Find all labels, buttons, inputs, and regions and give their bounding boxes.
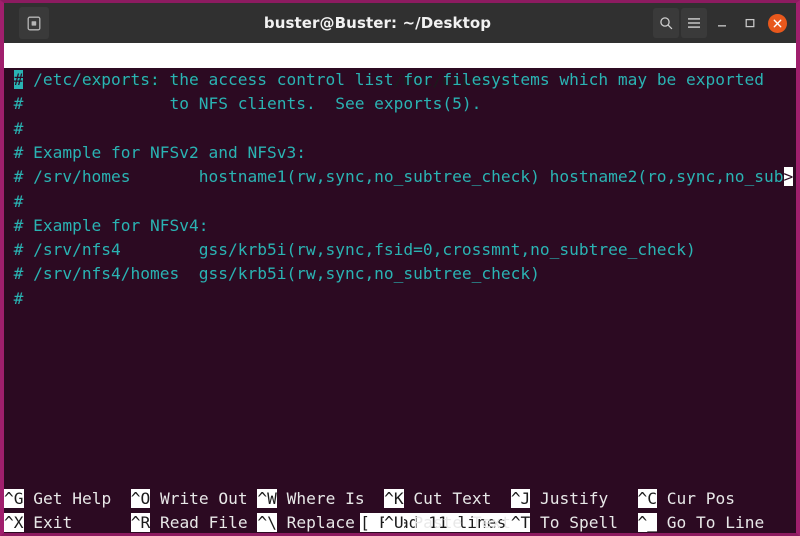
buffer-line-text: /etc/exports: the access control list fo… <box>23 70 765 89</box>
buffer-line[interactable]: # Example for NFSv2 and NFSv3: <box>4 141 796 165</box>
shortcut-label: To Spell <box>530 513 638 533</box>
buffer-line-text: # <box>13 288 24 308</box>
hamburger-menu-icon[interactable] <box>681 8 707 38</box>
shortcut-key: ^R <box>130 513 151 533</box>
buffer-line-text: # Example for NFSv2 and NFSv3: <box>13 142 306 162</box>
shortcut-key: ^U <box>384 513 404 533</box>
nano-shortcut-bar: ^G Get Help ^O Write Out ^W Where Is ^K … <box>4 487 796 533</box>
shortcut-label: Exit <box>23 513 131 533</box>
shortcut-key: ^J <box>510 489 531 508</box>
shortcut-label: Cur Pos <box>657 489 765 508</box>
shortcut-item[interactable]: ^T To Spell <box>510 511 638 533</box>
buffer-line[interactable]: # /srv/nfs4/homes gss/krb5i(rw,sync,no_s… <box>4 262 796 286</box>
shortcut-key: ^K <box>384 489 404 508</box>
text-cursor: # <box>13 70 24 89</box>
line-continuation-marker: > <box>783 167 794 187</box>
shortcut-key: ^\ <box>257 513 277 533</box>
buffer-line[interactable]: # /srv/nfs4 gss/krb5i(rw,sync,fsid=0,cro… <box>4 238 796 262</box>
terminal-screen[interactable]: GNU nano 4.8 /etc/exports # /etc/exports… <box>4 43 796 533</box>
terminal-window: buster@Buster: ~/Desktop GNU nano 4.8 /e… <box>0 0 800 536</box>
shortcut-label: Justify <box>530 489 638 508</box>
shortcut-item[interactable]: ^W Where Is <box>257 487 384 511</box>
close-icon[interactable] <box>768 13 787 33</box>
shortcut-key: ^X <box>4 513 24 533</box>
search-icon[interactable] <box>653 8 679 38</box>
shortcut-item[interactable]: ^K Cut Text <box>384 487 511 511</box>
nano-header-bar: GNU nano 4.8 /etc/exports <box>4 43 796 90</box>
shortcut-key: ^O <box>130 489 151 508</box>
shortcut-item[interactable]: ^U Paste Text <box>384 511 511 533</box>
buffer-line-text: # /srv/nfs4 gss/krb5i(rw,sync,fsid=0,cro… <box>13 240 696 260</box>
maximize-icon[interactable] <box>737 8 763 38</box>
shortcut-item[interactable]: ^O Write Out <box>130 487 258 511</box>
buffer-line[interactable]: # <box>4 190 796 214</box>
minimize-icon[interactable] <box>709 8 735 38</box>
buffer-line[interactable]: # <box>4 117 796 141</box>
shortcut-label: Get Help <box>23 489 131 508</box>
window-title: buster@Buster: ~/Desktop <box>263 14 492 32</box>
shortcut-key: ^_ <box>637 513 658 533</box>
shortcut-item[interactable]: ^X Exit <box>4 511 131 533</box>
shortcut-label: Where Is <box>276 489 385 508</box>
shortcut-row-2: ^X Exit ^R Read File ^\ Replace ^U Paste… <box>4 511 796 533</box>
window-titlebar[interactable]: buster@Buster: ~/Desktop <box>4 3 796 43</box>
shortcut-item[interactable]: ^R Read File <box>130 511 258 533</box>
buffer-line[interactable]: # to NFS clients. See exports(5). <box>4 92 796 116</box>
shortcut-key: ^T <box>510 513 531 533</box>
shortcut-label: Cut Text <box>403 489 511 508</box>
shortcut-key: ^G <box>4 489 24 508</box>
shortcut-item[interactable]: ^G Get Help <box>4 487 131 511</box>
buffer-line-text: # /srv/nfs4/homes gss/krb5i(rw,sync,no_s… <box>13 264 540 284</box>
shortcut-item[interactable]: ^\ Replace <box>257 511 385 533</box>
shortcut-item[interactable]: ^C Cur Pos <box>637 487 765 511</box>
shortcut-key: ^W <box>257 489 277 508</box>
shortcut-item[interactable]: ^J Justify <box>510 487 638 511</box>
buffer-line[interactable]: # Example for NFSv4: <box>4 214 796 238</box>
shortcut-label: Go To Line <box>657 513 765 533</box>
titlebar-controls <box>651 3 796 43</box>
buffer-line-text: # Example for NFSv4: <box>13 215 209 235</box>
buffer-line[interactable]: # /etc/exports: the access control list … <box>4 68 796 92</box>
shortcut-label: Paste Text <box>403 513 511 533</box>
terminal-icon[interactable] <box>19 7 49 39</box>
buffer-line[interactable]: # <box>4 287 796 311</box>
shortcut-label: Read File <box>150 513 258 533</box>
shortcut-label: Write Out <box>150 489 258 508</box>
buffer-line-text: # <box>13 191 24 211</box>
titlebar-left-group <box>4 3 64 43</box>
shortcut-key: ^C <box>637 489 658 508</box>
buffer-line-text: # <box>13 118 24 138</box>
buffer-line[interactable]: # /srv/homes hostname1(rw,sync,no_subtre… <box>4 165 796 189</box>
buffer-line-text: # to NFS clients. See exports(5). <box>13 94 482 114</box>
shortcut-item[interactable]: ^_ Go To Line <box>637 511 765 533</box>
shortcut-label: Replace <box>276 513 385 533</box>
shortcut-row-1: ^G Get Help ^O Write Out ^W Where Is ^K … <box>4 487 796 511</box>
buffer-line-text: # /srv/homes hostname1(rw,sync,no_subtre… <box>13 167 784 187</box>
